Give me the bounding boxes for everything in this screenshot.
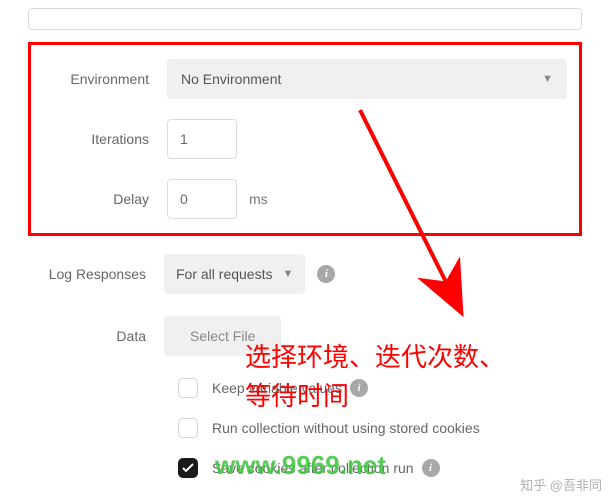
- environment-value: No Environment: [181, 71, 281, 87]
- keep-vars-checkbox[interactable]: [178, 378, 198, 398]
- delay-input[interactable]: [167, 179, 237, 219]
- delay-label: Delay: [37, 191, 167, 207]
- log-responses-value: For all requests: [176, 266, 272, 282]
- info-icon[interactable]: i: [422, 459, 440, 477]
- save-cookies-checkbox[interactable]: [178, 458, 198, 478]
- environment-dropdown[interactable]: No Environment ▼: [167, 59, 567, 99]
- log-responses-label: Log Responses: [34, 266, 164, 282]
- iterations-input[interactable]: [167, 119, 237, 159]
- highlight-box: Environment No Environment ▼ Iterations …: [28, 42, 582, 236]
- save-cookies-label: Save cookies after collection run: [212, 460, 414, 476]
- caret-down-icon: ▼: [282, 268, 293, 280]
- data-label: Data: [34, 328, 164, 344]
- environment-label: Environment: [37, 71, 167, 87]
- no-cookies-label: Run collection without using stored cook…: [212, 420, 480, 436]
- log-responses-dropdown[interactable]: For all requests ▼: [164, 254, 305, 294]
- info-icon[interactable]: i: [350, 379, 368, 397]
- select-file-button[interactable]: Select File: [164, 316, 281, 356]
- info-icon[interactable]: i: [317, 265, 335, 283]
- keep-vars-label: Keep variable values: [212, 380, 342, 396]
- top-empty-input[interactable]: [28, 8, 582, 30]
- delay-unit: ms: [249, 191, 268, 207]
- caret-down-icon: ▼: [542, 73, 553, 85]
- iterations-label: Iterations: [37, 131, 167, 147]
- no-cookies-checkbox[interactable]: [178, 418, 198, 438]
